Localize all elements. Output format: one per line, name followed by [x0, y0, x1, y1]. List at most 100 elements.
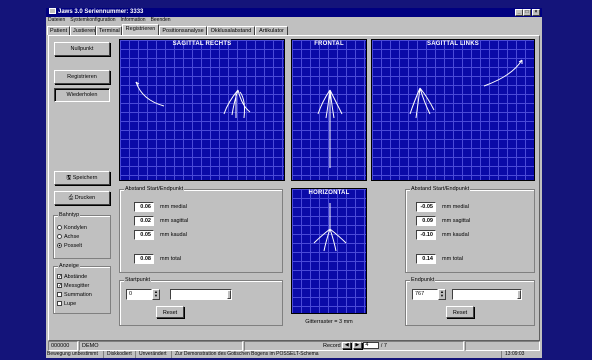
nullpunkt-button[interactable]: Nullpunkt	[54, 42, 110, 56]
trace-arrow	[135, 81, 140, 87]
total-value-right: 0.08	[134, 254, 154, 264]
record-total: / 7	[380, 343, 387, 349]
slider-thumb[interactable]	[517, 290, 521, 299]
anzeige-lupe[interactable]: Lupe	[57, 300, 76, 308]
trace-path	[135, 81, 165, 107]
endpunkt-spinner[interactable]: ▲ ▼	[438, 289, 446, 300]
anzeige-group: Anzeige ✓ Abstände ✓ Messgitter Summation …	[53, 263, 111, 314]
gitterraster-label: Gitterraster = 3 mm	[305, 319, 353, 325]
startpunkt-reset-button[interactable]: Reset	[156, 306, 184, 318]
option-label: Summation	[64, 292, 92, 298]
record-next-icon[interactable]: ▶	[352, 342, 362, 350]
total-value-left: 0.14	[416, 254, 436, 264]
option-label: Messgitter	[64, 283, 90, 289]
frontal-traces	[317, 89, 343, 168]
medial-value-right: 0.06	[134, 202, 154, 212]
bahntyp-posselt[interactable]: Posselt	[57, 242, 82, 250]
close-icon[interactable]: ×	[532, 9, 540, 16]
trace-path	[483, 59, 523, 87]
bahntyp-achse[interactable]: Achse	[57, 233, 79, 241]
trace-path	[223, 89, 251, 119]
registrieren-button[interactable]: Registrieren	[54, 70, 110, 84]
title-bar: Jaws 3.0 Seriennummer: 3333 _ □ ×	[46, 8, 542, 17]
horizontal-plot: HORIZONTAL	[291, 188, 367, 314]
trace-path	[313, 203, 347, 252]
bahntyp-title: Bahntyp	[58, 212, 81, 219]
radio-selected-icon	[57, 243, 62, 249]
checkbox-checked-icon: ✓	[57, 274, 63, 281]
option-label: Abstände	[64, 274, 88, 280]
kaudal-value-right: 0.05	[134, 230, 154, 240]
menu-systemkonfiguration[interactable]: Systemkonfiguration	[70, 17, 115, 23]
patient-name: DEMO	[79, 341, 243, 351]
anzeige-abstaende[interactable]: ✓ Abstände	[57, 273, 87, 281]
sagittal-value-left: 0.09	[416, 216, 436, 226]
status-disk: Diskkodiert	[106, 351, 136, 358]
tab-registrieren[interactable]: Registrieren	[122, 24, 159, 35]
menu-bar: Dateien Systemkonfiguration Information Bee…	[46, 17, 542, 24]
slider-thumb[interactable]	[227, 290, 231, 299]
speichern-button[interactable]: 🖫 Speichern	[54, 171, 110, 185]
tab-positionsanalyse[interactable]: Positionsanalyse	[159, 26, 207, 35]
medial-label-left: mm medial	[442, 204, 469, 210]
option-label: Kondylen	[64, 225, 87, 231]
medial-value-left: -0.05	[416, 202, 436, 212]
abstand-rechts-group: Abstand Start/Endpunkt 0.06 mm medial 0.…	[119, 186, 283, 273]
sagittal-rechts-traces	[135, 81, 251, 119]
tab-terminal[interactable]: Terminal	[96, 26, 122, 35]
anzeige-messgitter[interactable]: ✓ Messgitter	[57, 282, 89, 290]
startpunkt-title: Startpunkt	[124, 277, 152, 284]
trace-path	[409, 87, 435, 119]
abstand-links-group: Abstand Start/Endpunkt -0.05 mm medial 0…	[405, 186, 535, 273]
checkbox-icon	[57, 292, 62, 298]
bahntyp-kondylen[interactable]: Kondylen	[57, 224, 87, 232]
maximize-icon[interactable]: □	[523, 9, 531, 16]
option-label: Lupe	[64, 301, 77, 307]
status-changed: Unverändert	[138, 351, 172, 358]
sagittal-rechts-plot: SAGITTAL RECHTS	[119, 39, 285, 181]
endpunkt-group: Endpunkt 767 ▲ ▼ Reset	[405, 277, 535, 326]
tab-okklusalabstand[interactable]: Okklusalabstand	[207, 26, 255, 35]
record-navigator: Record ◀ ▶ 4 / 7	[244, 341, 464, 351]
sagittal-links-traces	[409, 59, 523, 119]
bahntyp-group: Bahntyp Kondylen Achse Posselt	[53, 212, 111, 259]
checkbox-checked-icon: ✓	[57, 283, 63, 290]
option-label: Posselt	[64, 243, 83, 249]
frontal-plot: FRONTAL	[291, 39, 367, 181]
menu-beenden[interactable]: Beenden	[151, 17, 171, 23]
status-time: 13:09:03	[505, 351, 525, 357]
sagittal-value-right: 0.02	[134, 216, 154, 226]
startpunkt-slider[interactable]	[170, 289, 232, 300]
startpunkt-input[interactable]: 0	[126, 289, 152, 300]
kaudal-label-left: mm kaudal	[442, 232, 469, 238]
endpunkt-input[interactable]: 767	[412, 289, 438, 300]
sagittal-label-left: mm sagittal	[442, 218, 471, 224]
window-title: Jaws 3.0 Seriennummer: 3333	[58, 9, 144, 15]
tab-artikulator[interactable]: Artikulator	[255, 26, 288, 35]
endpunkt-reset-button[interactable]: Reset	[446, 306, 474, 318]
abstand-links-title: Abstand Start/Endpunkt	[410, 186, 471, 193]
total-label-left: mm total	[442, 256, 464, 262]
option-label: Achse	[64, 234, 80, 240]
endpunkt-slider[interactable]	[452, 289, 522, 300]
status-empty	[465, 341, 540, 351]
startpunkt-group: Startpunkt 0 ▲ ▼ Reset	[119, 277, 283, 326]
tab-justieren[interactable]: Justieren	[70, 26, 96, 35]
patient-status-row: 000000 DEMO Record ◀ ▶ 4 / 7	[48, 341, 540, 351]
total-label-right: mm total	[160, 256, 182, 262]
minimize-icon[interactable]: _	[515, 9, 523, 16]
menu-dateien[interactable]: Dateien	[48, 17, 65, 23]
radio-icon	[57, 225, 62, 231]
record-prev-icon[interactable]: ◀	[342, 342, 352, 350]
drucken-button[interactable]: ⎙ Drucken	[54, 191, 110, 205]
kaudal-value-left: -0.10	[416, 230, 436, 240]
startpunkt-spinner[interactable]: ▲ ▼	[152, 289, 160, 300]
checkbox-icon	[57, 301, 62, 307]
anzeige-summation[interactable]: Summation	[57, 291, 92, 299]
wiederholen-button[interactable]: Wiederholen	[54, 88, 110, 102]
tab-patient[interactable]: Patient	[47, 26, 70, 35]
menu-information[interactable]: Information	[121, 17, 146, 23]
record-input[interactable]: 4	[363, 342, 380, 350]
horizontal-traces	[313, 203, 347, 252]
patient-id: 000000	[48, 341, 78, 351]
